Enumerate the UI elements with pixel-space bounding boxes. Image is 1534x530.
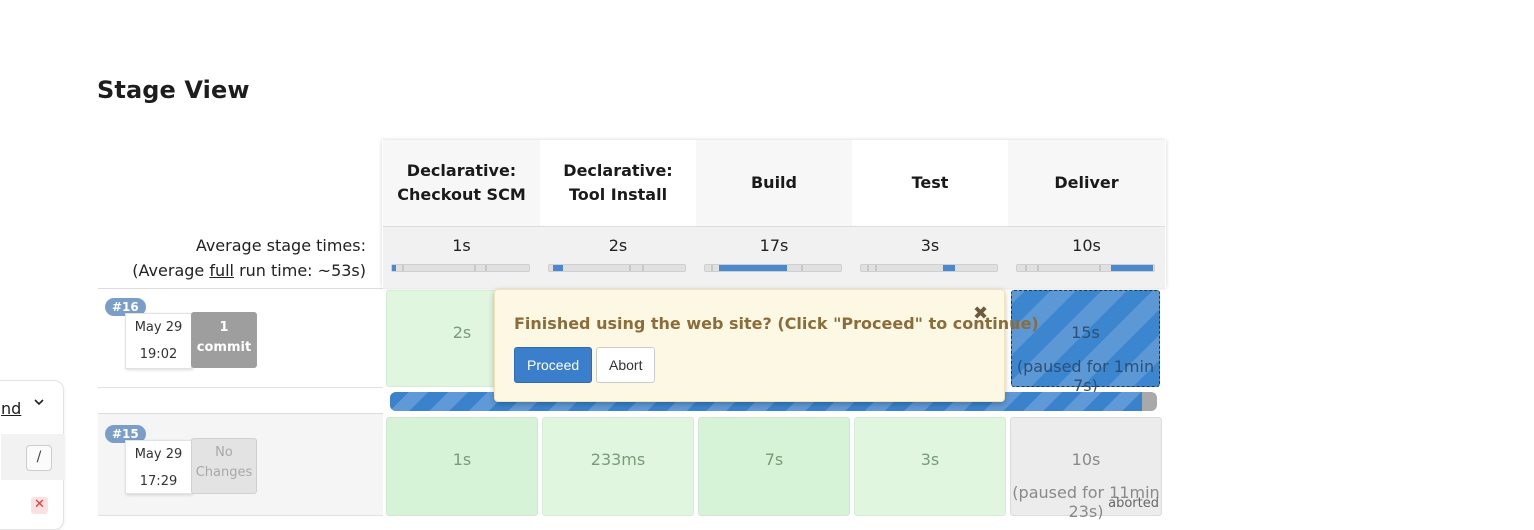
average-full-run-time: (Average full run time: ~53s) bbox=[132, 261, 366, 280]
run-date: May 29 17:29 bbox=[125, 440, 192, 494]
stage-cell-deliver-paused[interactable]: 15s (paused for 1min 7s) bbox=[1011, 290, 1160, 395]
input-prompt-popup: Finished using the web site? (Click "Pro… bbox=[494, 289, 1039, 402]
avg-cell-deliver: 10s bbox=[1008, 226, 1165, 288]
run-date: May 29 19:02 bbox=[125, 313, 192, 369]
stage-header-test: Test bbox=[852, 140, 1008, 226]
average-stage-times-label: Average stage times: bbox=[195, 236, 366, 255]
stage-header-checkout-scm: Declarative: Checkout SCM bbox=[383, 140, 540, 226]
slash-key: / bbox=[26, 445, 52, 471]
avg-cell-test: 3s bbox=[852, 226, 1008, 288]
avg-bar bbox=[391, 264, 530, 272]
full-run-link[interactable]: full bbox=[209, 261, 234, 280]
chevron-down-icon[interactable] bbox=[34, 397, 44, 407]
stage-cell-tool-install[interactable]: 233ms bbox=[542, 417, 694, 516]
no-changes-box: No Changes bbox=[191, 438, 257, 494]
abort-button[interactable]: Abort bbox=[596, 347, 656, 383]
commit-count-button[interactable]: 1 commit bbox=[191, 312, 257, 368]
stage-cell-checkout-scm[interactable]: 1s bbox=[386, 417, 538, 516]
avg-cell-checkout-scm: 1s bbox=[383, 226, 540, 288]
side-panel-link[interactable]: nd bbox=[1, 399, 21, 418]
stage-header-tool-install: Declarative: Tool Install bbox=[540, 140, 696, 226]
stage-header-deliver: Deliver bbox=[1008, 140, 1165, 226]
avg-cell-tool-install: 2s bbox=[540, 226, 696, 288]
proceed-button[interactable]: Proceed bbox=[514, 347, 593, 383]
side-panel: nd / ✕ bbox=[0, 380, 65, 530]
avg-bar bbox=[548, 264, 686, 272]
avg-bar bbox=[1016, 264, 1155, 272]
avg-bar bbox=[704, 264, 842, 272]
status-label: aborted bbox=[1108, 496, 1159, 511]
stage-cell-test[interactable]: 3s bbox=[854, 417, 1006, 516]
popup-message: Finished using the web site? (Click "Pro… bbox=[514, 314, 1039, 333]
stage-header-build: Build bbox=[696, 140, 852, 226]
side-panel-row: / bbox=[1, 434, 65, 480]
stage-cell-build[interactable]: 7s bbox=[698, 417, 850, 516]
page-title: Stage View bbox=[97, 76, 250, 104]
stage-cell-deliver-aborted[interactable]: 10s (paused for 11min 23s) aborted bbox=[1010, 417, 1162, 521]
avg-bar bbox=[860, 264, 998, 272]
close-icon[interactable]: ✖ bbox=[973, 303, 988, 324]
remove-icon[interactable]: ✕ bbox=[31, 497, 48, 514]
avg-cell-build: 17s bbox=[696, 226, 852, 288]
